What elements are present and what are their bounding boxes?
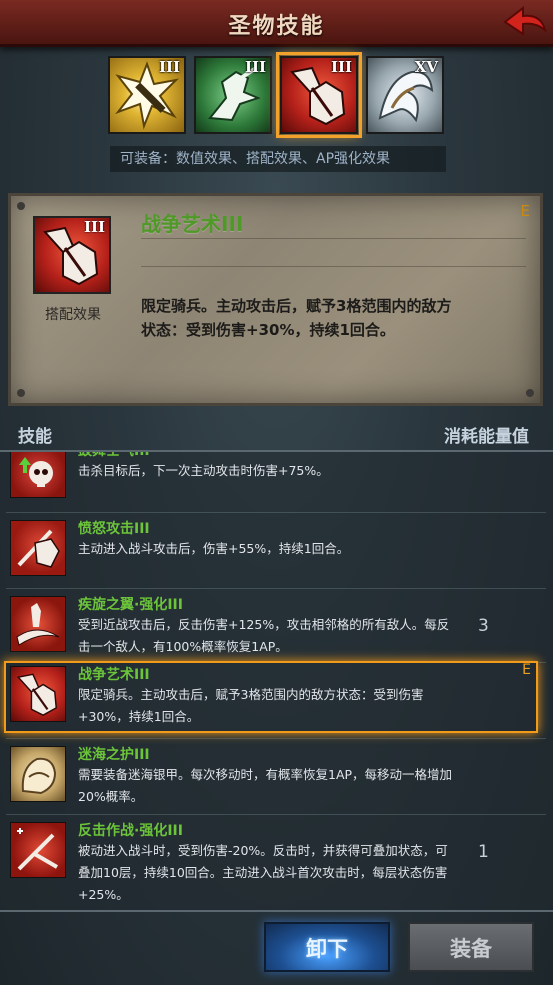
detail-rank: III [83,218,105,236]
list-item[interactable]: 疾旋之翼·强化III 受到近战攻击后，反击伤害+125%，攻击相邻格的所有敌人。… [0,590,553,666]
skill-name: 反击作战·强化III [78,823,183,839]
skill-description: 主动进入战斗攻击后，伤害+55%，持续1回合。 [78,541,350,556]
list-divider [6,588,546,589]
page-title: 圣物技能 [228,14,325,39]
skill-icon [10,746,66,802]
skill-detail-card: III 搭配效果 战争艺术III E 限定骑兵。主动攻击后，赋予3格范围内的敌方… [8,193,543,406]
counter-op-icon [17,828,59,871]
unload-button[interactable]: 卸下 [264,922,390,972]
skill-name: 愤怒攻击III [78,521,150,537]
list-divider [6,512,546,513]
detail-grade: E [520,202,530,220]
skill-description: 被动进入战斗时，受到伤害-20%。反击时，并获得可叠加状态，可叠加10层，持续1… [78,843,448,902]
detail-desc-line: 状态：受到伤害+30%，持续1回合。 [141,321,395,339]
skill-icon [10,666,66,722]
skill-icon [10,596,66,652]
skill-name: 战争艺术III [78,667,150,683]
list-item[interactable]: 鼓舞士气III 击杀目标后，下一次主动攻击时伤害+75%。 [0,450,553,512]
back-button[interactable] [501,4,547,40]
detail-skill-icon: III [33,216,111,294]
detail-skill-name: 战争艺术III [141,212,244,236]
rage-strike-icon [17,529,60,568]
list-item[interactable]: 愤怒攻击III 主动进入战斗攻击后，伤害+55%，持续1回合。 [0,514,553,590]
skill-description: 击杀目标后，下一次主动攻击时伤害+75%。 [78,463,329,478]
skill-name: 疾旋之翼·强化III [78,597,183,613]
back-arrow-icon [503,5,547,36]
list-item[interactable]: 反击作战·强化III 被动进入战斗时，受到伤害-20%。反击时，并获得可叠加状态… [0,816,553,910]
relic-slot-4[interactable]: XV [366,56,444,134]
relic-rank: III [158,58,180,76]
energy-cost: 1 [478,842,489,862]
skill-description: 受到近战攻击后，反击伤害+125%，攻击相邻格的所有敌人。每反击一个敌人，有10… [78,617,450,654]
list-item[interactable]: 迷海之护III 需要装备迷海银甲。每次移动时，有概率恢复1AP，每移动一格增加2… [0,740,553,816]
skill-list-header: 技能 消耗能量值 [0,418,553,448]
whirl-wing-icon [16,603,60,646]
skull-buff-icon [19,457,53,487]
skill-name: 迷海之护III [78,747,150,763]
skill-column-label: 技能 [18,427,52,447]
skill-description: 限定骑兵。主动攻击后，赋予3格范围内的敌方状态：受到伤害+30%，持续1回合。 [78,687,424,724]
detail-desc-line: 限定骑兵。主动攻击后，赋予3格范围内的敌方 [141,297,452,315]
relic-icon-row: III III III XV [108,52,448,138]
skill-list[interactable]: 鼓舞士气III 击杀目标后，下一次主动攻击时伤害+75%。 愤怒攻击III 主动… [0,450,553,912]
detail-description: 限定骑兵。主动攻击后，赋予3格范围内的敌方 状态：受到伤害+30%，持续1回合。 [141,294,521,342]
skill-name: 鼓舞士气III [78,450,150,459]
relic-rank: XV [414,58,438,76]
card-pin [526,389,534,397]
relic-slot-1[interactable]: III [108,56,186,134]
relic-skill-screen: 圣物技能 III III III XV 可装备：数值效果、搭配效果、AP强化效果… [0,0,553,985]
equip-hint: 可装备：数值效果、搭配效果、AP强化效果 [110,146,446,172]
detail-skill-type: 搭配效果 [45,307,101,323]
list-divider [6,814,546,815]
equip-button[interactable]: 装备 [408,922,534,972]
card-rule [141,266,526,267]
skill-icon [10,520,66,576]
header-bar: 圣物技能 [0,0,553,47]
relic-slot-3[interactable]: III [276,52,362,138]
energy-cost-column-label: 消耗能量值 [444,427,529,447]
skill-icon [10,452,66,498]
card-pin [17,202,25,210]
relic-rank: III [244,58,266,76]
card-rule [141,238,526,239]
sea-guard-icon [21,757,57,795]
energy-cost: 3 [478,616,489,636]
list-divider [6,738,546,739]
list-item-selected[interactable]: 战争艺术III 限定骑兵。主动攻击后，赋予3格范围内的敌方状态：受到伤害+30%… [0,660,553,736]
relic-rank: III [330,58,352,76]
war-art-icon [16,673,58,716]
relic-slot-2[interactable]: III [194,56,272,134]
skill-grade: E [522,662,531,678]
skill-icon [10,822,66,878]
skill-description: 需要装备迷海银甲。每次移动时，有概率恢复1AP，每移动一格增加20%概率。 [78,767,453,804]
card-pin [17,389,25,397]
